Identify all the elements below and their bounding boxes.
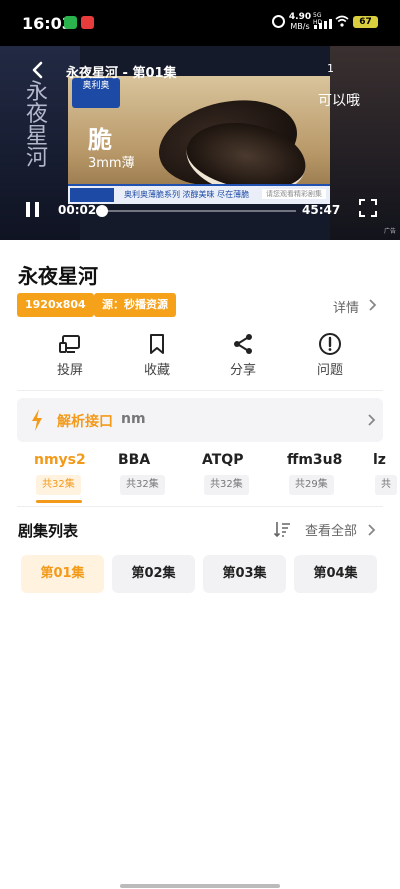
chevron-right-icon xyxy=(368,414,376,426)
fullscreen-button[interactable] xyxy=(358,198,378,218)
source-name: ffm3u8 xyxy=(287,452,343,468)
source-tab-nmys2[interactable]: nmys2 共32集 xyxy=(34,448,94,506)
notification-app-icon-2 xyxy=(81,16,94,29)
progress-bar[interactable] xyxy=(100,210,296,212)
net-speed-value: 4.90 xyxy=(288,12,312,22)
source-episode-count: 共 xyxy=(375,475,397,495)
divider xyxy=(17,506,383,507)
alert-icon xyxy=(319,333,341,355)
alarm-icon xyxy=(272,15,285,28)
source-episode-count: 共32集 xyxy=(120,475,165,495)
view-all-link[interactable]: 查看全部 xyxy=(305,520,357,539)
poster-title: 永夜星河 xyxy=(26,80,49,171)
bookmark-icon xyxy=(150,334,164,354)
parse-interface-selector[interactable]: 解析接口 nm xyxy=(17,398,383,442)
source-episode-count: 共32集 xyxy=(36,475,81,495)
current-time: 00:02 xyxy=(58,203,97,217)
source-tab-ffm3u8[interactable]: ffm3u8 共29集 xyxy=(287,448,351,506)
source-tabs: nmys2 共32集 BBA 共32集 ATQP 共32集 ffm3u8 共29… xyxy=(0,448,400,506)
episode-button-03[interactable]: 第03集 xyxy=(203,555,286,593)
battery-indicator: 67 xyxy=(353,16,378,28)
status-bar: 16:03 4.90 MB/s 5G HD 67 xyxy=(0,0,400,46)
progress-thumb[interactable] xyxy=(96,205,108,217)
action-row: 投屏 收藏 分享 问题 xyxy=(0,332,400,384)
source-episode-count: 共32集 xyxy=(204,475,249,495)
source-tag: 源：秒播资源 xyxy=(94,293,176,317)
report-button[interactable]: 问题 xyxy=(300,332,360,384)
video-title: 永夜星河 - 第01集 xyxy=(66,66,177,81)
source-name: nmys2 xyxy=(34,452,86,468)
cast-button[interactable]: 投屏 xyxy=(40,332,100,384)
notification-app-icon xyxy=(64,16,77,29)
wifi-icon xyxy=(335,15,349,27)
ad-brand-logo: 奥利奥 xyxy=(72,78,120,108)
report-label: 问题 xyxy=(316,363,343,378)
home-indicator[interactable] xyxy=(120,884,280,888)
ad-subline: 3mm薄 xyxy=(88,156,135,171)
show-title: 永夜星河 xyxy=(18,264,98,288)
divider xyxy=(17,390,383,391)
source-name: lz xyxy=(373,452,386,468)
pause-button[interactable] xyxy=(24,201,42,219)
ad-countdown: 1 xyxy=(327,62,334,75)
share-label: 分享 xyxy=(229,363,256,378)
ad-banner: 奥利奥薄脆系列 浓醇美味 尽在薄脆 请您观看精彩剧集 xyxy=(68,184,330,204)
source-tab-lz[interactable]: lz 共 xyxy=(373,448,400,506)
total-time: 45:47 xyxy=(302,203,341,217)
ad-banner-cta: 请您观看精彩剧集 xyxy=(262,189,326,199)
parse-interface-label: 解析接口 xyxy=(57,414,113,430)
sort-icon[interactable] xyxy=(273,520,291,538)
episode-button-04[interactable]: 第04集 xyxy=(294,555,377,593)
share-button[interactable]: 分享 xyxy=(213,332,273,384)
ad-headline: 脆 xyxy=(88,125,112,154)
back-button[interactable] xyxy=(28,60,48,80)
source-name: ATQP xyxy=(202,452,244,468)
cast-label: 投屏 xyxy=(56,363,83,378)
net-speed-unit: MB/s xyxy=(290,22,310,31)
episode-list-header: 剧集列表 xyxy=(18,522,79,540)
episode-button-02[interactable]: 第02集 xyxy=(112,555,195,593)
network-speed: 4.90 MB/s xyxy=(288,12,312,32)
detail-content: 永夜星河 1920x804 源：秒播资源 详情 投屏 收藏 分享 问题 解析接口… xyxy=(0,240,400,889)
episode-button-01[interactable]: 第01集 xyxy=(21,555,104,593)
chevron-right-icon[interactable] xyxy=(366,298,378,312)
source-tab-bba[interactable]: BBA 共32集 xyxy=(118,448,178,506)
ad-banner-text: 奥利奥薄脆系列 浓醇美味 尽在薄脆 xyxy=(124,190,250,199)
active-tab-indicator xyxy=(36,500,82,503)
favorite-label: 收藏 xyxy=(143,363,170,378)
source-name: BBA xyxy=(118,452,151,468)
details-link[interactable]: 详情 xyxy=(333,297,359,316)
source-tab-atqp[interactable]: ATQP 共32集 xyxy=(202,448,262,506)
share-icon xyxy=(234,334,252,354)
ad-frame[interactable]: 奥利奥 脆 3mm薄 奥利奥薄脆系列 浓醇美味 尽在薄脆 请您观看精彩剧集 xyxy=(68,76,330,204)
source-episode-count: 共29集 xyxy=(289,475,334,495)
ad-slogan: 可以哦 xyxy=(318,93,360,109)
video-player[interactable]: 永夜星河 奥利奥 脆 3mm薄 奥利奥薄脆系列 浓醇美味 尽在薄脆 请您观看精彩… xyxy=(0,46,400,240)
cast-icon xyxy=(59,335,80,353)
ad-tag: 广告 xyxy=(383,228,396,235)
favorite-button[interactable]: 收藏 xyxy=(127,332,187,384)
lightning-icon xyxy=(32,409,42,431)
chevron-right-icon[interactable] xyxy=(367,523,377,537)
signal-icon: 5G HD xyxy=(312,12,332,32)
ad-banner-logo xyxy=(70,188,114,202)
parse-interface-value: nm xyxy=(121,411,146,427)
resolution-tag: 1920x804 xyxy=(17,293,94,317)
